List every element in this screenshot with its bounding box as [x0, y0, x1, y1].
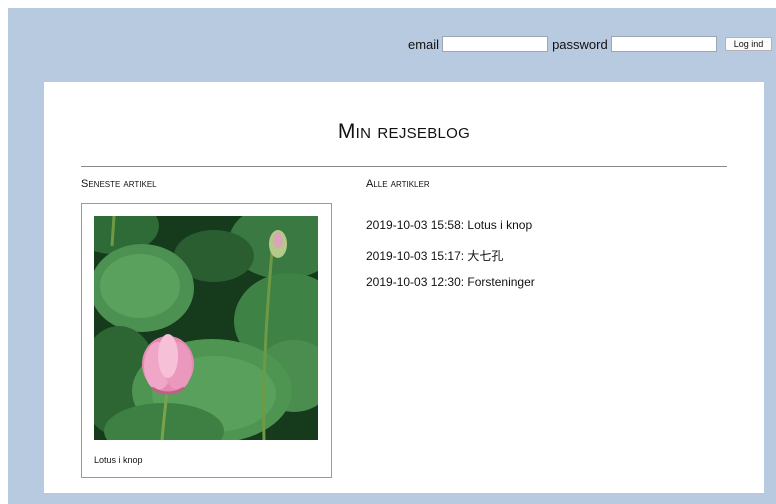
password-field[interactable]: [610, 36, 717, 52]
latest-article-card[interactable]: Lotus i knop: [81, 203, 332, 478]
page-title: Min rejseblog: [337, 120, 471, 143]
login-form: email password Log ind: [408, 36, 773, 52]
login-button[interactable]: Log ind: [724, 37, 773, 51]
lotus-illustration: [94, 216, 318, 440]
latest-article-heading: Seneste artikel: [81, 178, 157, 190]
article-link[interactable]: 2019-10-03 12:30: Forsteninger: [366, 275, 535, 304]
latest-article-caption[interactable]: Lotus i knop: [94, 455, 143, 465]
password-label: password: [552, 36, 608, 52]
email-field[interactable]: [442, 36, 549, 52]
email-label: email: [408, 36, 440, 52]
all-articles-heading: Alle artikler: [366, 178, 430, 190]
page-frame: email password Log ind Min rejseblog Sen…: [8, 8, 776, 504]
content-card: Min rejseblog Seneste artikel Alle artik…: [44, 82, 764, 493]
article-link[interactable]: 2019-10-03 15:58: Lotus i knop: [366, 218, 535, 247]
article-link[interactable]: 2019-10-03 15:17: 大七孔: [366, 247, 535, 276]
title-divider: [81, 166, 727, 167]
article-list: 2019-10-03 15:58: Lotus i knop 2019-10-0…: [366, 218, 535, 304]
lotus-photo[interactable]: [94, 216, 318, 440]
